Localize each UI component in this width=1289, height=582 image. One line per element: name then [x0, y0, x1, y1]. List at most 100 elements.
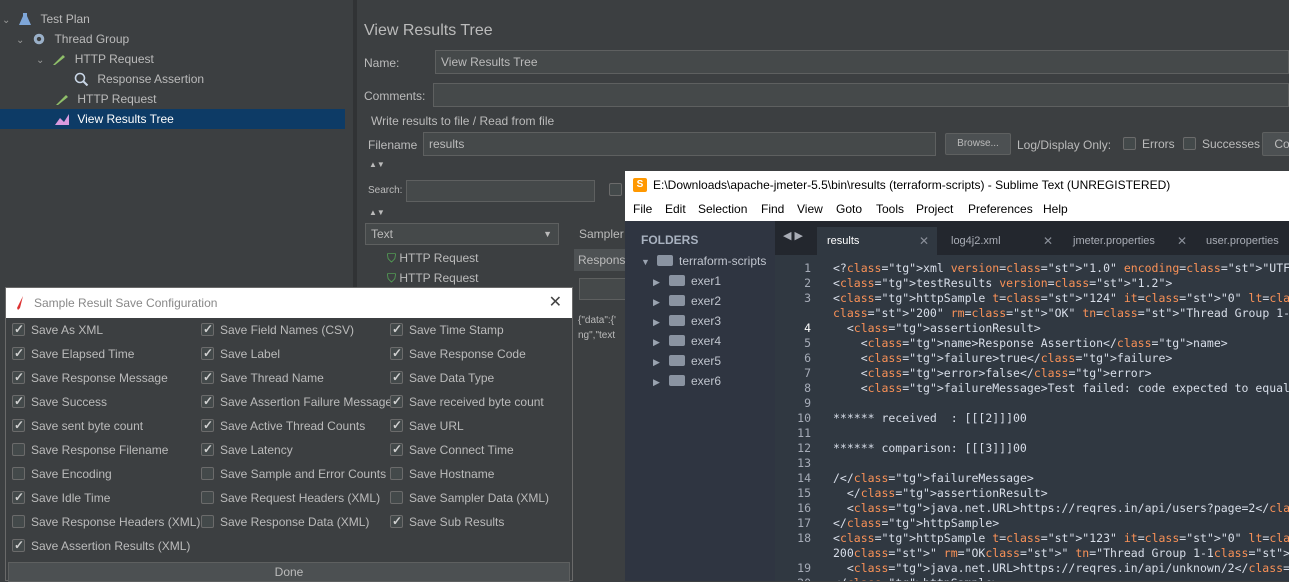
checkbox-checked-icon[interactable] [390, 321, 403, 337]
checkbox-icon[interactable] [390, 491, 403, 504]
save-option-checkbox[interactable]: Save Response Data (XML) [201, 514, 369, 530]
collapse-arrows-icon-2[interactable]: ▲▼ [369, 208, 385, 217]
collapse-arrows-icon[interactable]: ▲▼ [369, 160, 385, 169]
menu-goto[interactable]: Goto [836, 202, 862, 216]
chevron-down-icon[interactable]: ⌄ [36, 51, 48, 71]
save-option-checkbox[interactable]: Save Encoding [12, 466, 112, 482]
checkbox-checked-icon[interactable] [201, 321, 214, 337]
save-option-checkbox[interactable]: Save Thread Name [201, 369, 324, 386]
close-icon[interactable]: ✕ [919, 227, 929, 255]
chevron-right-icon[interactable]: ▶ [653, 357, 663, 368]
menu-project[interactable]: Project [916, 202, 953, 216]
menu-tools[interactable]: Tools [876, 202, 904, 216]
chevron-down-icon[interactable]: ⌄ [16, 31, 28, 51]
chevron-right-icon[interactable]: ▶ [653, 337, 663, 348]
checkbox-checked-icon[interactable] [201, 369, 214, 385]
checkbox-icon[interactable] [12, 515, 25, 528]
checkbox-checked-icon[interactable] [12, 489, 25, 505]
save-option-checkbox[interactable]: Save Response Headers (XML) [12, 514, 200, 530]
save-option-checkbox[interactable]: Save Sampler Data (XML) [390, 490, 549, 506]
checkbox-icon[interactable] [609, 183, 622, 196]
menu-find[interactable]: Find [761, 202, 784, 216]
tab-sampler[interactable]: Sampler [579, 227, 624, 241]
checkbox-icon[interactable] [201, 515, 214, 528]
save-option-checkbox[interactable]: Save sent byte count [12, 417, 143, 434]
tree-item-http-request[interactable]: ⌄ HTTP Request [36, 49, 154, 69]
tab-results[interactable]: results ✕ [817, 227, 937, 255]
checkbox-checked-icon[interactable] [390, 345, 403, 361]
checkbox-checked-icon[interactable] [201, 417, 214, 433]
checkbox-checked-icon[interactable] [12, 369, 25, 385]
close-icon[interactable]: ✕ [1043, 227, 1053, 255]
checkbox-icon[interactable] [201, 491, 214, 504]
save-option-checkbox[interactable]: Save Sample and Error Counts [201, 466, 386, 482]
save-option-checkbox[interactable]: Save Active Thread Counts [201, 417, 365, 434]
close-icon[interactable]: ✕ [1177, 227, 1187, 255]
folder-item[interactable]: ▶ exer1 [653, 274, 721, 288]
save-option-checkbox[interactable]: Save Latency [201, 441, 293, 458]
save-option-checkbox[interactable]: Save Label [201, 345, 280, 362]
chevron-right-icon[interactable]: ▶ [653, 277, 663, 288]
comments-field[interactable] [433, 83, 1289, 107]
menu-help[interactable]: Help [1043, 202, 1068, 216]
tree-item-http-request-2[interactable]: HTTP Request [54, 89, 157, 109]
tree-item-view-results-tree[interactable]: View Results Tree [0, 109, 345, 129]
name-field[interactable]: View Results Tree [435, 50, 1289, 74]
chevron-right-icon[interactable]: ▶ [653, 317, 663, 328]
checkbox-checked-icon[interactable] [12, 321, 25, 337]
save-option-checkbox[interactable]: Save Sub Results [390, 513, 504, 530]
done-button[interactable]: Done [8, 562, 570, 582]
tab-response[interactable]: Respons [574, 249, 627, 271]
result-item[interactable]: ⛉ HTTP Request [387, 271, 479, 286]
menu-edit[interactable]: Edit [665, 202, 686, 216]
chevron-down-icon[interactable]: ⌄ [2, 11, 14, 31]
save-option-checkbox[interactable]: Save Data Type [390, 369, 494, 386]
response-search-field[interactable] [579, 278, 627, 300]
save-option-checkbox[interactable]: Save Response Message [12, 369, 168, 386]
checkbox-checked-icon[interactable] [12, 537, 25, 553]
checkbox-checked-icon[interactable] [390, 393, 403, 409]
folder-root[interactable]: ▼ terraform-scripts [641, 254, 766, 268]
save-option-checkbox[interactable]: Save URL [390, 417, 464, 434]
tab-user-properties[interactable]: user.properties [1196, 227, 1289, 255]
result-item[interactable]: ⛉ HTTP Request [387, 251, 479, 266]
folder-item[interactable]: ▶ exer5 [653, 354, 721, 368]
chevron-down-icon[interactable]: ▼ [641, 257, 651, 267]
save-option-checkbox[interactable]: Save Response Filename [12, 442, 168, 458]
checkbox-icon[interactable] [1183, 137, 1196, 150]
menu-preferences[interactable]: Preferences [968, 202, 1033, 216]
save-option-checkbox[interactable]: Save Assertion Results (XML) [12, 537, 190, 554]
save-option-checkbox[interactable]: Save Success [12, 393, 107, 410]
errors-checkbox[interactable]: Errors [1123, 137, 1175, 151]
tab-jmeter-properties[interactable]: jmeter.properties ✕ [1063, 227, 1195, 255]
checkbox-checked-icon[interactable] [390, 513, 403, 529]
checkbox-checked-icon[interactable] [12, 393, 25, 409]
checkbox-checked-icon[interactable] [201, 393, 214, 409]
checkbox-icon[interactable] [1123, 137, 1136, 150]
checkbox-icon[interactable] [390, 467, 403, 480]
tab-nav-arrows-icon[interactable]: ◀ ▶ [783, 229, 803, 242]
checkbox-icon[interactable] [12, 443, 25, 456]
filename-field[interactable]: results [423, 132, 936, 156]
chevron-right-icon[interactable]: ▶ [653, 297, 663, 308]
successes-checkbox[interactable]: Successes [1183, 137, 1260, 151]
close-icon[interactable]: ✕ [549, 288, 562, 318]
menu-file[interactable]: File [633, 202, 652, 216]
save-option-checkbox[interactable]: Save Field Names (CSV) [201, 321, 354, 338]
search-input[interactable] [406, 180, 595, 202]
checkbox-icon[interactable] [12, 467, 25, 480]
code-editor[interactable]: 1 <?class="tg">xml version=class="st">"1.… [775, 255, 1289, 581]
menu-view[interactable]: View [797, 202, 823, 216]
checkbox-checked-icon[interactable] [12, 417, 25, 433]
save-option-checkbox[interactable]: Save Elapsed Time [12, 345, 134, 362]
save-option-checkbox[interactable]: Save Assertion Failure Message [201, 393, 392, 410]
tree-item-thread-group[interactable]: ⌄ Thread Group [16, 29, 129, 49]
folder-item[interactable]: ▶ exer4 [653, 334, 721, 348]
save-option-checkbox[interactable]: Save Request Headers (XML) [201, 490, 380, 506]
save-option-checkbox[interactable]: Save Time Stamp [390, 321, 504, 338]
renderer-select[interactable]: Text ▼ [365, 223, 559, 245]
tree-item-response-assertion[interactable]: Response Assertion [74, 69, 204, 89]
checkbox-checked-icon[interactable] [12, 345, 25, 361]
checkbox-checked-icon[interactable] [201, 441, 214, 457]
save-option-checkbox[interactable]: Save received byte count [390, 393, 544, 410]
